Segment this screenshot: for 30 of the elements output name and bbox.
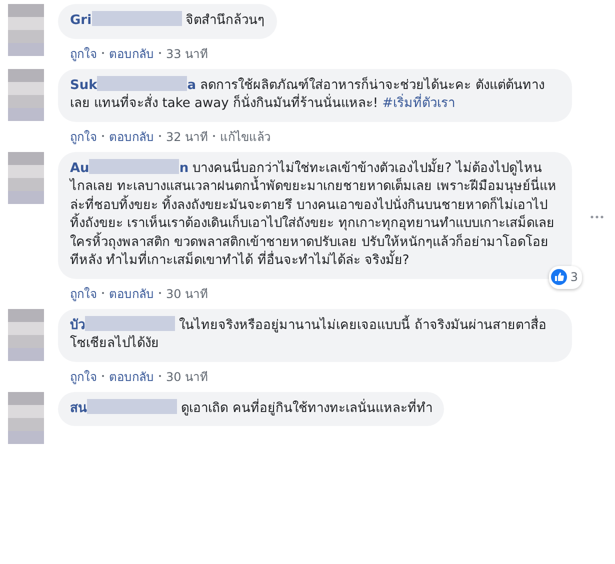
hashtag-link[interactable]: #เริ่มที่ตัวเรา bbox=[382, 96, 456, 111]
comment-meta: 32 นาที bbox=[166, 128, 208, 146]
comment-action-link[interactable]: ถูกใจ bbox=[70, 366, 97, 386]
comment-text: Gri จิตสำนึกล้วนๆ bbox=[70, 13, 265, 28]
comment-action-link[interactable]: ถูกใจ bbox=[70, 126, 97, 146]
comment-text: บัว ในไทยจริงหรืออยู่มานานไม่เคยเจอแบบนี้ ถ้าจริงมันผ่านสายตาสื่อโซเชียลไปได้งัย bbox=[70, 318, 546, 351]
comment-action-link[interactable]: ถูกใจ bbox=[70, 44, 97, 62]
like-icon bbox=[551, 269, 568, 286]
comment-text: Au n บางคนนี่บอกว่าไม่ใช่ทะเลเข้าข้างตัวเองไปมั้ย? ไม่ต้องไปดูไหนไกลเลย ทะเลบางแสนเวลาฝนตกน้ำพัดขยะมาเกยชายหาดเต็มเลย เพราะฝีมือมนุษย์นี่แหล่ะที่ชอบทิ้งขยะ ทิ้งลงถังขยะมันจะตายรึ บางคนเอาของไปนั่งกินบนชายหาดก็ไม่เอาไปทิ้งถังขยะ เราเห็นเราต้องเดินเก็บเอาไปใส่ถังขยะ ทุกเกาะทุกอุทยานทำแบบเกาะเสม็ดเลย ใครหิ้วถุงพลาสติก ขวดพลาสติกเข้าชายหาดปรับเลย ปรับให้หนักๆแล้วก็อย่ามาโอดโอยทีหลัง ทำไมที่เกาะเสม็ดเขาทำได้ ที่อื่นจะทำไม่ได้ล่ะ จริงมั้ย? bbox=[70, 160, 556, 268]
comment-action-link[interactable]: ตอบกลับ bbox=[109, 126, 154, 146]
comment-meta: 33 นาที bbox=[166, 46, 208, 62]
comment-text: สน ดูเอาเถิด คนที่อยู่กินใช้ทางทะเลนั่นแหละที่ทำ bbox=[70, 400, 432, 416]
author-name[interactable]: สน bbox=[70, 400, 87, 416]
author-name[interactable]: Au bbox=[70, 160, 90, 176]
comment-action-link[interactable]: ถูกใจ bbox=[70, 284, 97, 302]
reaction-badge[interactable]: 3 bbox=[549, 266, 582, 288]
comment-text: Suk a ลดการใช้ผลิตภัณฑ์ใส่อาหารก็น่าจะช่วยได้นะคะ ตังแต่ต้นทางเลย แทนที่จะสั่ง take away ก็นั่งกินมันที่ร้านนั่นแหละ! #เริ่มที่ตัวเรา bbox=[70, 78, 544, 111]
comment-meta: 30 นาที bbox=[166, 368, 208, 386]
comment-action-link[interactable]: ตอบกลับ bbox=[109, 44, 154, 62]
reaction-count: 3 bbox=[570, 269, 578, 286]
author-name[interactable]: Suk bbox=[70, 78, 98, 92]
comment-action-link[interactable]: ตอบกลับ bbox=[109, 366, 154, 386]
author-name[interactable]: a bbox=[187, 78, 196, 92]
more-icon[interactable] bbox=[590, 215, 604, 219]
comment-action-link[interactable]: ตอบกลับ bbox=[109, 284, 154, 302]
author-name[interactable]: บัว bbox=[70, 318, 85, 332]
author-name[interactable]: Gri bbox=[70, 13, 92, 28]
author-name[interactable]: n bbox=[179, 160, 189, 176]
comment-meta: แก้ไขแล้ว bbox=[220, 128, 272, 146]
comment-meta: 30 นาที bbox=[166, 286, 208, 302]
